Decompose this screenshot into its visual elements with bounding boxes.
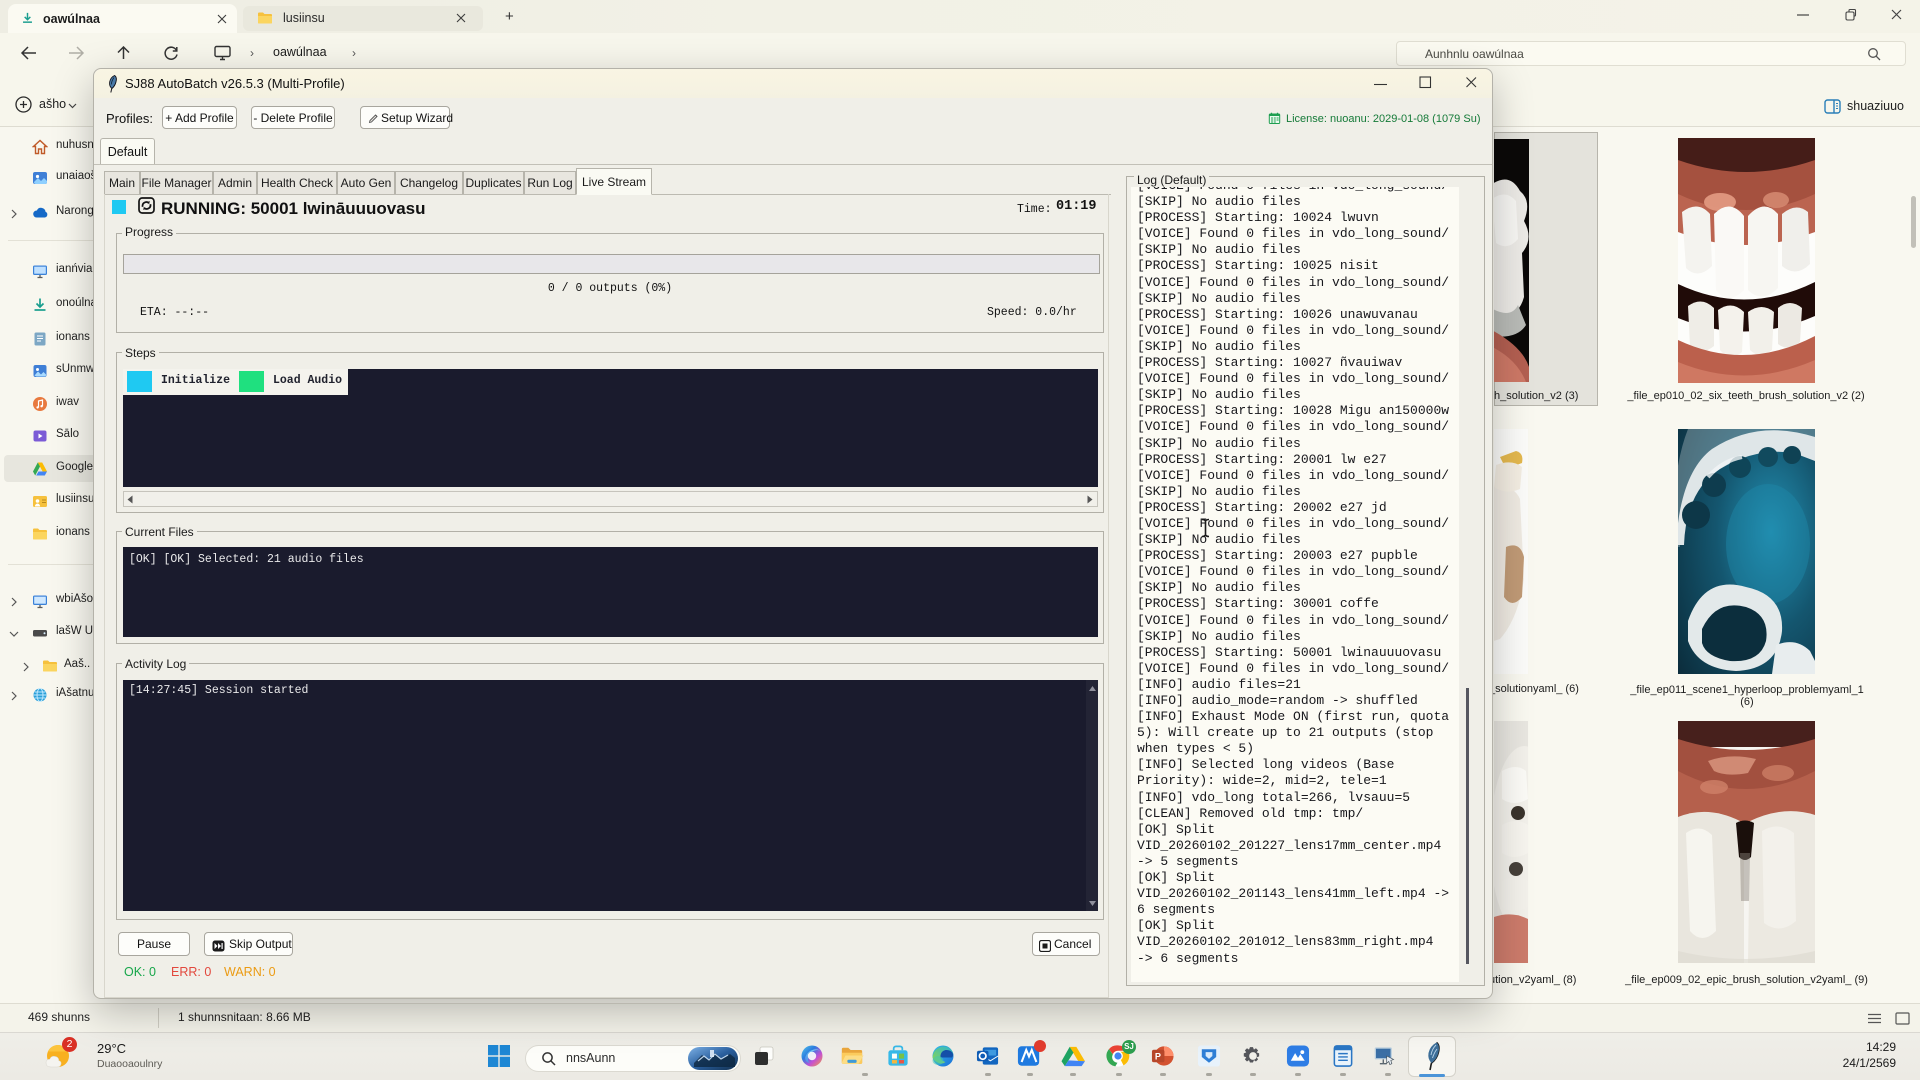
svg-text:P: P	[1155, 1051, 1161, 1061]
